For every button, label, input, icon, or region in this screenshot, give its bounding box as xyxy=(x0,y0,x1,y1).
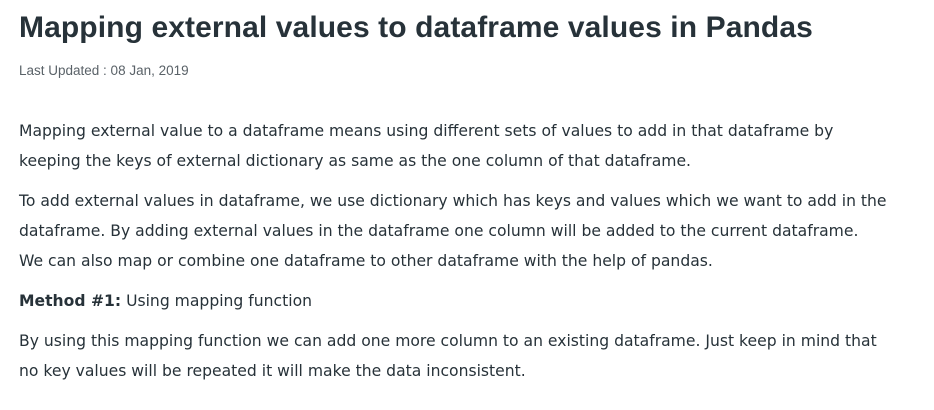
intro-paragraph: Mapping external value to a dataframe me… xyxy=(19,116,915,176)
paragraph-line: We can also map or combine one dataframe… xyxy=(19,252,713,270)
method-heading: Method #1: Using mapping function xyxy=(19,286,915,316)
paragraph-line: By using this mapping function we can ad… xyxy=(19,332,877,350)
paragraph-line: Mapping external value to a dataframe me… xyxy=(19,122,834,140)
method-description: Using mapping function xyxy=(121,292,312,310)
last-updated-date: Last Updated : 08 Jan, 2019 xyxy=(19,63,189,78)
paragraph-line: keeping the keys of external dictionary … xyxy=(19,152,692,170)
page-title: Mapping external values to dataframe val… xyxy=(19,11,813,44)
paragraph-line: no key values will be repeated it will m… xyxy=(19,362,526,380)
paragraph-line: To add external values in dataframe, we … xyxy=(19,192,887,210)
article: Mapping external values to dataframe val… xyxy=(0,0,934,410)
paragraph-line: dataframe. By adding external values in … xyxy=(19,222,859,240)
method-paragraph: By using this mapping function we can ad… xyxy=(19,326,915,386)
method-label: Method #1: xyxy=(19,292,122,310)
explanation-paragraph: To add external values in dataframe, we … xyxy=(19,186,915,276)
